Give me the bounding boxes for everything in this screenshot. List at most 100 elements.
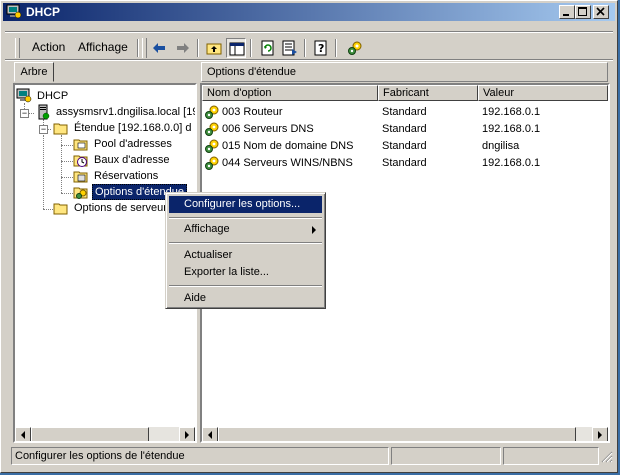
forward-arrow-icon — [177, 43, 189, 53]
toolbar-grip[interactable] — [142, 38, 147, 58]
context-menu: Configurer les options... Affichage Actu… — [165, 192, 326, 309]
maximize-button[interactable] — [575, 5, 591, 19]
options-gear-icon — [348, 41, 362, 55]
status-panel-2 — [391, 447, 501, 465]
show-hide-tree-button[interactable] — [226, 38, 246, 58]
forward-button[interactable] — [173, 38, 193, 58]
option-value: 192.168.0.1 — [482, 123, 541, 135]
refresh-button[interactable] — [258, 38, 278, 58]
scroll-right-icon — [185, 431, 189, 439]
status-text: Configurer les options de l'étendue — [11, 447, 389, 465]
option-vendor: Standard — [382, 157, 427, 169]
help-icon: ? — [314, 40, 327, 56]
option-gear-icon — [205, 105, 219, 119]
reservations-icon — [73, 171, 88, 183]
folder-open-icon — [53, 123, 68, 135]
submenu-arrow-icon — [312, 226, 316, 234]
close-button[interactable] — [593, 5, 609, 19]
scroll-thumb[interactable] — [218, 427, 576, 441]
resize-grip-icon[interactable] — [601, 451, 613, 463]
scroll-right-button[interactable] — [179, 427, 195, 441]
option-value: 192.168.0.1 — [482, 157, 541, 169]
address-pool-icon — [73, 139, 88, 151]
collapse-server-toggle[interactable]: − — [20, 109, 29, 118]
scroll-left-button[interactable] — [15, 427, 31, 441]
scroll-thumb[interactable] — [31, 427, 149, 441]
list-item[interactable]: 015 Nom de domaine DNS Standard dngilisa — [204, 138, 604, 154]
toolbar-bottom-divider — [5, 59, 613, 61]
toolbar-separator — [137, 39, 139, 57]
toolbar-separator-2 — [197, 39, 199, 57]
tree-label: Baux d'adresse — [94, 154, 170, 166]
option-name: 003 Routeur — [222, 106, 283, 118]
scope-options-icon — [73, 187, 88, 199]
toolbar-separator-4 — [304, 39, 306, 57]
tab-arbre[interactable]: Arbre — [14, 62, 54, 82]
tree-label: Réservations — [94, 170, 159, 182]
menu-item-help[interactable]: Aide — [169, 290, 322, 307]
scroll-left-button[interactable] — [202, 427, 218, 441]
menu-action[interactable]: Action — [32, 40, 65, 54]
menubar-grip[interactable] — [15, 38, 20, 58]
result-pane-header: Options d'étendue — [201, 62, 608, 82]
column-header-vendor[interactable]: Fabricant — [378, 85, 478, 101]
tree-label: Options de serveur — [74, 202, 167, 214]
export-list-button[interactable] — [280, 38, 300, 58]
status-panel-3 — [503, 447, 599, 465]
toolbar-top-divider — [5, 31, 613, 33]
list-hscrollbar[interactable] — [202, 427, 608, 441]
dhcp-window: DHCP Action Affichage ? Arbre Options d'… — [0, 0, 618, 473]
column-header-option-name[interactable]: Nom d'option — [202, 85, 378, 101]
tree-label: Pool d'adresses — [94, 138, 172, 150]
menu-item-configure-options[interactable]: Configurer les options... — [169, 196, 322, 213]
toolbar-separator-3 — [250, 39, 252, 57]
console-tree-icon — [229, 42, 245, 56]
column-header-value[interactable]: Valeur — [478, 85, 608, 101]
option-name: 044 Serveurs WINS/NBNS — [222, 157, 353, 169]
options-button[interactable] — [345, 38, 365, 58]
refresh-icon — [261, 40, 274, 56]
list-item[interactable]: 044 Serveurs WINS/NBNS Standard 192.168.… — [204, 155, 604, 171]
export-list-icon — [282, 40, 297, 56]
dhcp-root-icon — [16, 88, 32, 103]
menu-separator — [169, 285, 322, 287]
menu-item-view-label: Affichage — [184, 223, 230, 235]
up-level-button[interactable] — [204, 38, 224, 58]
option-name: 006 Serveurs DNS — [222, 123, 314, 135]
tree-hscrollbar[interactable] — [15, 427, 195, 441]
menu-affichage[interactable]: Affichage — [78, 40, 128, 54]
menu-item-export-list[interactable]: Exporter la liste... — [169, 264, 322, 281]
scroll-left-icon — [208, 431, 212, 439]
toolbar-separator-5 — [335, 39, 337, 57]
back-arrow-icon — [153, 43, 165, 53]
back-button[interactable] — [149, 38, 169, 58]
menu-item-refresh[interactable]: Actualiser — [169, 247, 322, 264]
option-vendor: Standard — [382, 123, 427, 135]
server-icon — [38, 104, 50, 120]
option-vendor: Standard — [382, 140, 427, 152]
dhcp-app-icon — [6, 4, 22, 19]
title-bar[interactable]: DHCP — [3, 3, 615, 21]
option-value: dngilisa — [482, 140, 520, 152]
option-gear-icon — [205, 139, 219, 153]
list-item[interactable]: 003 Routeur Standard 192.168.0.1 — [204, 104, 604, 120]
collapse-scope-toggle[interactable]: − — [39, 125, 48, 134]
tree-connector — [61, 177, 73, 179]
tree-label: assysmsrv1.dngilisa.local [19 — [56, 106, 197, 118]
help-button[interactable]: ? — [311, 38, 331, 58]
list-item[interactable]: 006 Serveurs DNS Standard 192.168.0.1 — [204, 121, 604, 137]
scroll-left-icon — [21, 431, 25, 439]
option-value: 192.168.0.1 — [482, 106, 541, 118]
menu-item-view[interactable]: Affichage — [169, 221, 322, 238]
tree-label: DHCP — [37, 90, 69, 102]
scroll-right-icon — [598, 431, 602, 439]
tree-connector — [61, 193, 73, 195]
scroll-right-button[interactable] — [592, 427, 608, 441]
option-gear-icon — [205, 156, 219, 170]
lease-clock-icon — [73, 155, 88, 167]
option-gear-icon — [205, 122, 219, 136]
window-title: DHCP — [26, 5, 61, 19]
tree-connector — [61, 145, 73, 147]
tree-connector — [43, 135, 45, 209]
minimize-button[interactable] — [559, 5, 575, 19]
